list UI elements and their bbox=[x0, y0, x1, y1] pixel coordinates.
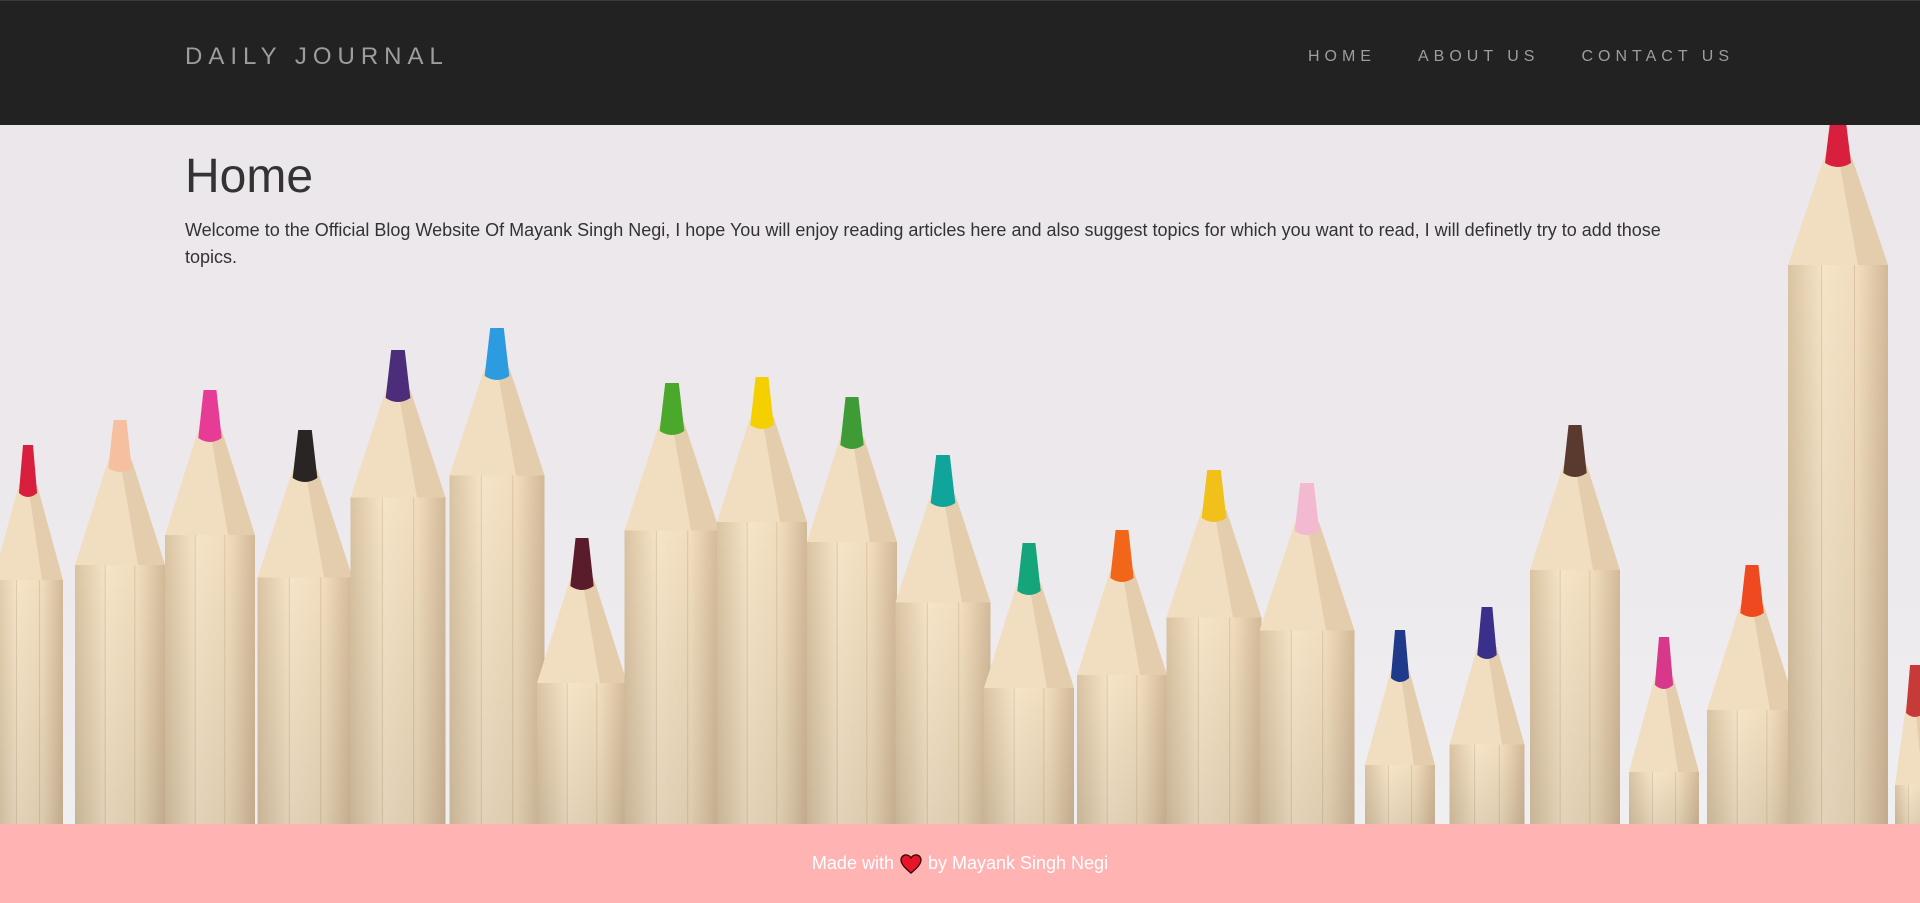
nav-menu: HOME ABOUT US CONTACT US bbox=[1308, 47, 1734, 67]
footer: Made with by Mayank Singh Negi bbox=[0, 824, 1920, 903]
main-content: Home Welcome to the Official Blog Websit… bbox=[185, 149, 1735, 271]
nav-item-contact: CONTACT US bbox=[1581, 47, 1734, 67]
footer-text-before: Made with bbox=[811, 853, 894, 873]
nav-link-about-us[interactable]: ABOUT US bbox=[1418, 47, 1540, 67]
brand-link[interactable]: DAILY JOURNAL bbox=[185, 43, 449, 71]
nav-link-home[interactable]: HOME bbox=[1308, 47, 1376, 67]
hero-section: Home Welcome to the Official Blog Websit… bbox=[0, 125, 1920, 824]
nav-item-home: HOME bbox=[1308, 47, 1376, 67]
footer-text-after: by Mayank Singh Negi bbox=[927, 853, 1109, 873]
page-title: Home bbox=[185, 150, 314, 203]
top-navbar: DAILY JOURNAL HOME ABOUT US CONTACT US bbox=[0, 0, 1920, 125]
heart-icon bbox=[900, 853, 922, 874]
nav-item-about: ABOUT US bbox=[1418, 47, 1540, 67]
nav-link-contact-us[interactable]: CONTACT US bbox=[1581, 47, 1734, 67]
intro-paragraph: Welcome to the Official Blog Website Of … bbox=[185, 220, 1661, 267]
